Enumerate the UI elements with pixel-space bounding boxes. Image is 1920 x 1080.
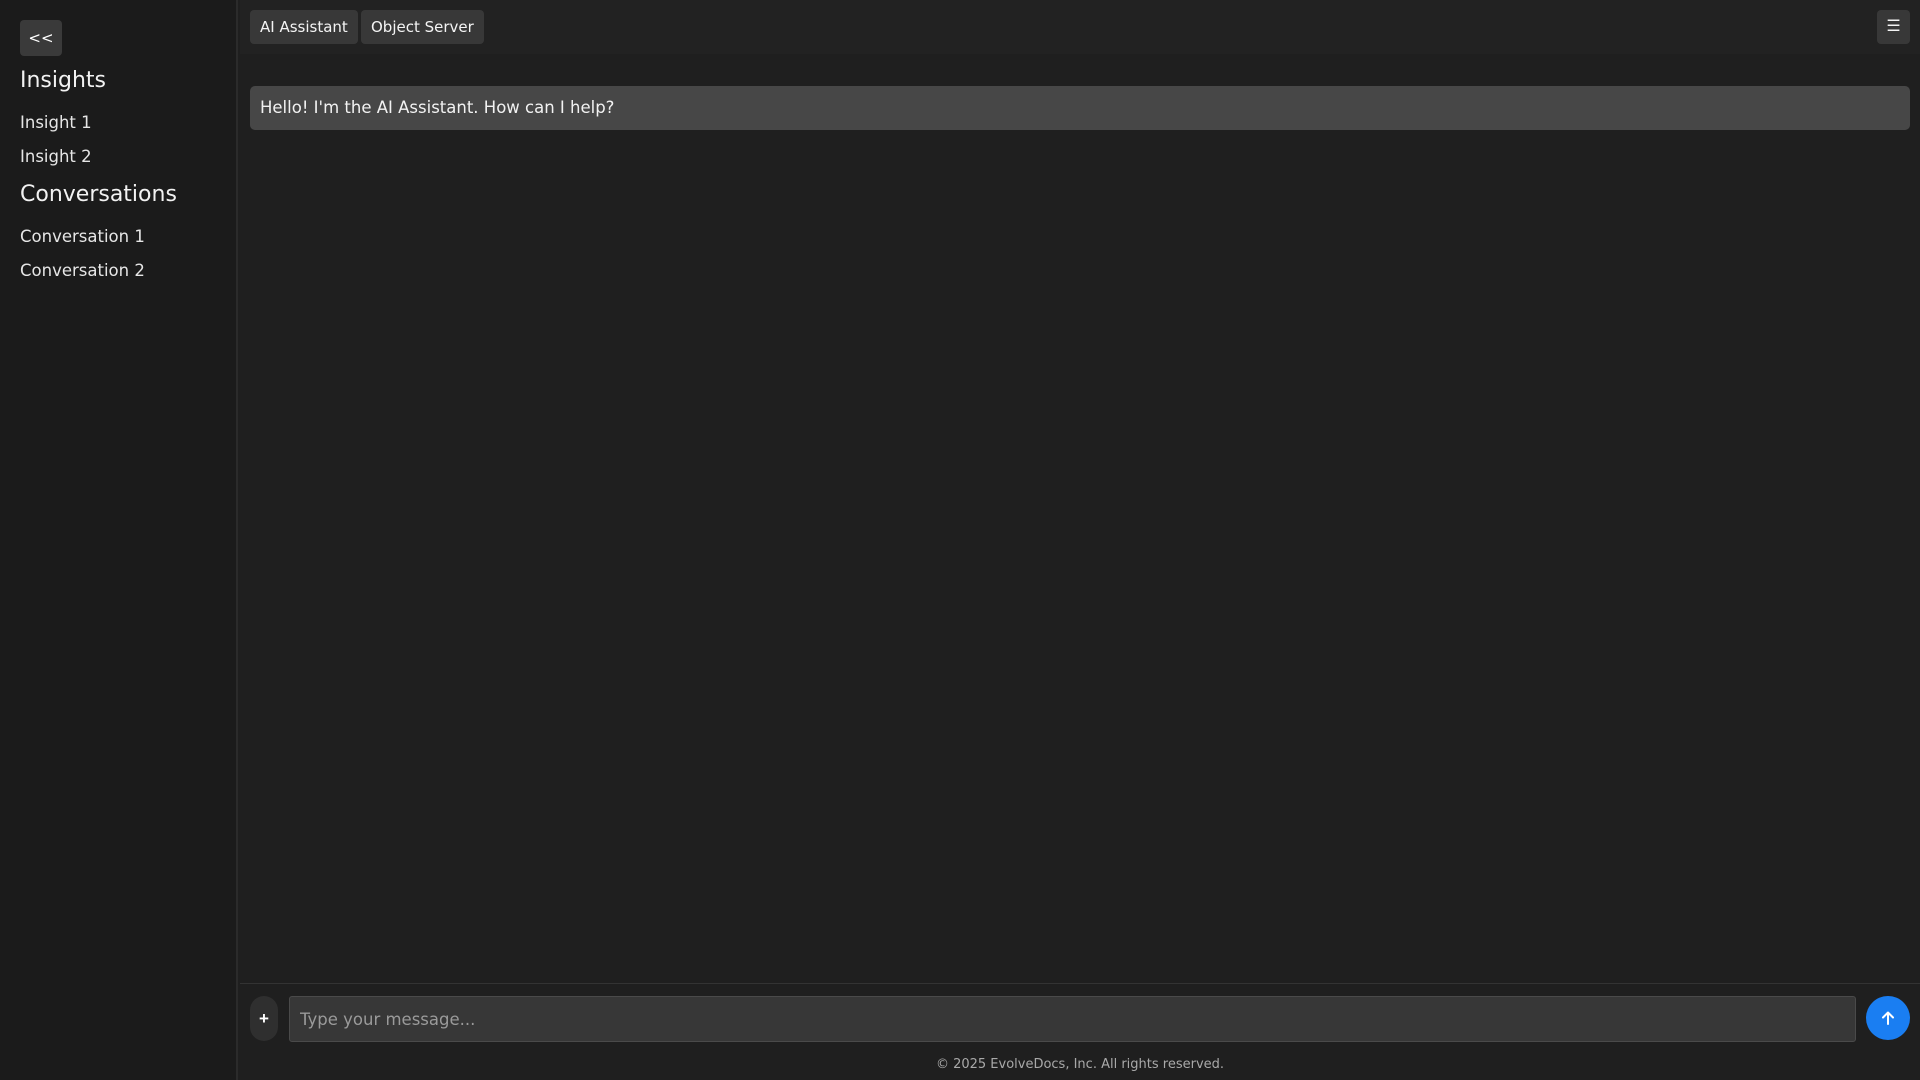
message-composer: + [240,983,1920,1049]
send-button[interactable] [1866,996,1910,1040]
top-bar: AI Assistant Object Server ☰ [240,0,1920,54]
tab-ai-assistant[interactable]: AI Assistant [250,10,358,44]
assistant-message: Hello! I'm the AI Assistant. How can I h… [250,86,1910,130]
sidebar-item-conversation-2[interactable]: Conversation 2 [20,261,145,280]
insights-heading: Insights [20,68,107,93]
message-input[interactable] [289,996,1856,1042]
app-window: << Insights Insight 1 Insight 2 Conversa… [0,0,1920,1080]
sidebar: << Insights Insight 1 Insight 2 Conversa… [0,0,238,1080]
sidebar-item-insight-2[interactable]: Insight 2 [20,147,92,166]
plus-icon[interactable]: + [250,996,278,1041]
tab-object-server[interactable]: Object Server [361,10,484,44]
arrow-up-icon [1882,1011,1894,1025]
conversations-heading: Conversations [20,182,177,207]
footer-copyright: © 2025 EvolveDocs, Inc. All rights reser… [935,1057,1225,1072]
sidebar-item-conversation-1[interactable]: Conversation 1 [20,227,145,246]
sidebar-item-insight-1[interactable]: Insight 1 [20,113,92,132]
chat-area: Hello! I'm the AI Assistant. How can I h… [240,54,1920,983]
collapse-sidebar-button[interactable]: << [20,20,62,56]
hamburger-menu-icon[interactable]: ☰ [1877,10,1910,44]
